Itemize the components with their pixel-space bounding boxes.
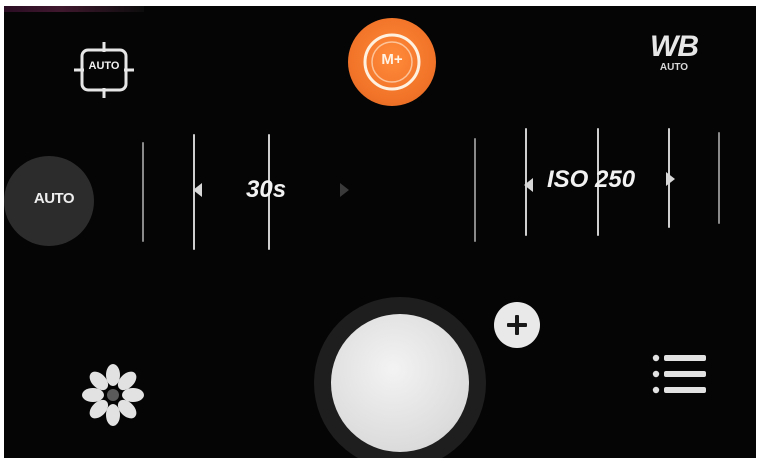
iso-decrease-arrow[interactable] [524, 178, 533, 192]
camera-mode-label: M+ [381, 51, 403, 68]
white-balance-label: WB [650, 30, 699, 63]
iso-value: ISO 250 [547, 166, 636, 193]
focus-mode-label: AUTO [88, 60, 120, 72]
white-balance-mode: AUTO [659, 62, 689, 73]
exposure-auto-label: AUTO [33, 190, 75, 207]
plus-icon[interactable] [494, 302, 540, 348]
focus-mode-button[interactable]: AUTO [72, 40, 136, 100]
shutter-increase-arrow[interactable] [340, 183, 349, 197]
shutter-speed-value: 30s [246, 176, 287, 203]
camera-screen: AUTO M+ WB AUTO AUTO 30s ISO 250 [4, 6, 756, 458]
shutter-decrease-arrow[interactable] [193, 183, 202, 197]
list-icon[interactable] [650, 352, 710, 396]
exposure-auto-button[interactable]: AUTO [4, 156, 94, 246]
flower-icon[interactable] [80, 362, 146, 428]
camera-mode-button[interactable]: M+ [348, 18, 436, 106]
dial-tick [718, 132, 720, 224]
iso-increase-arrow[interactable] [666, 172, 675, 186]
shutter-button[interactable] [331, 314, 469, 452]
status-strip [4, 6, 144, 12]
dial-tick [474, 138, 476, 242]
dial-tick [142, 142, 144, 242]
white-balance-button[interactable]: WB AUTO [636, 32, 712, 86]
